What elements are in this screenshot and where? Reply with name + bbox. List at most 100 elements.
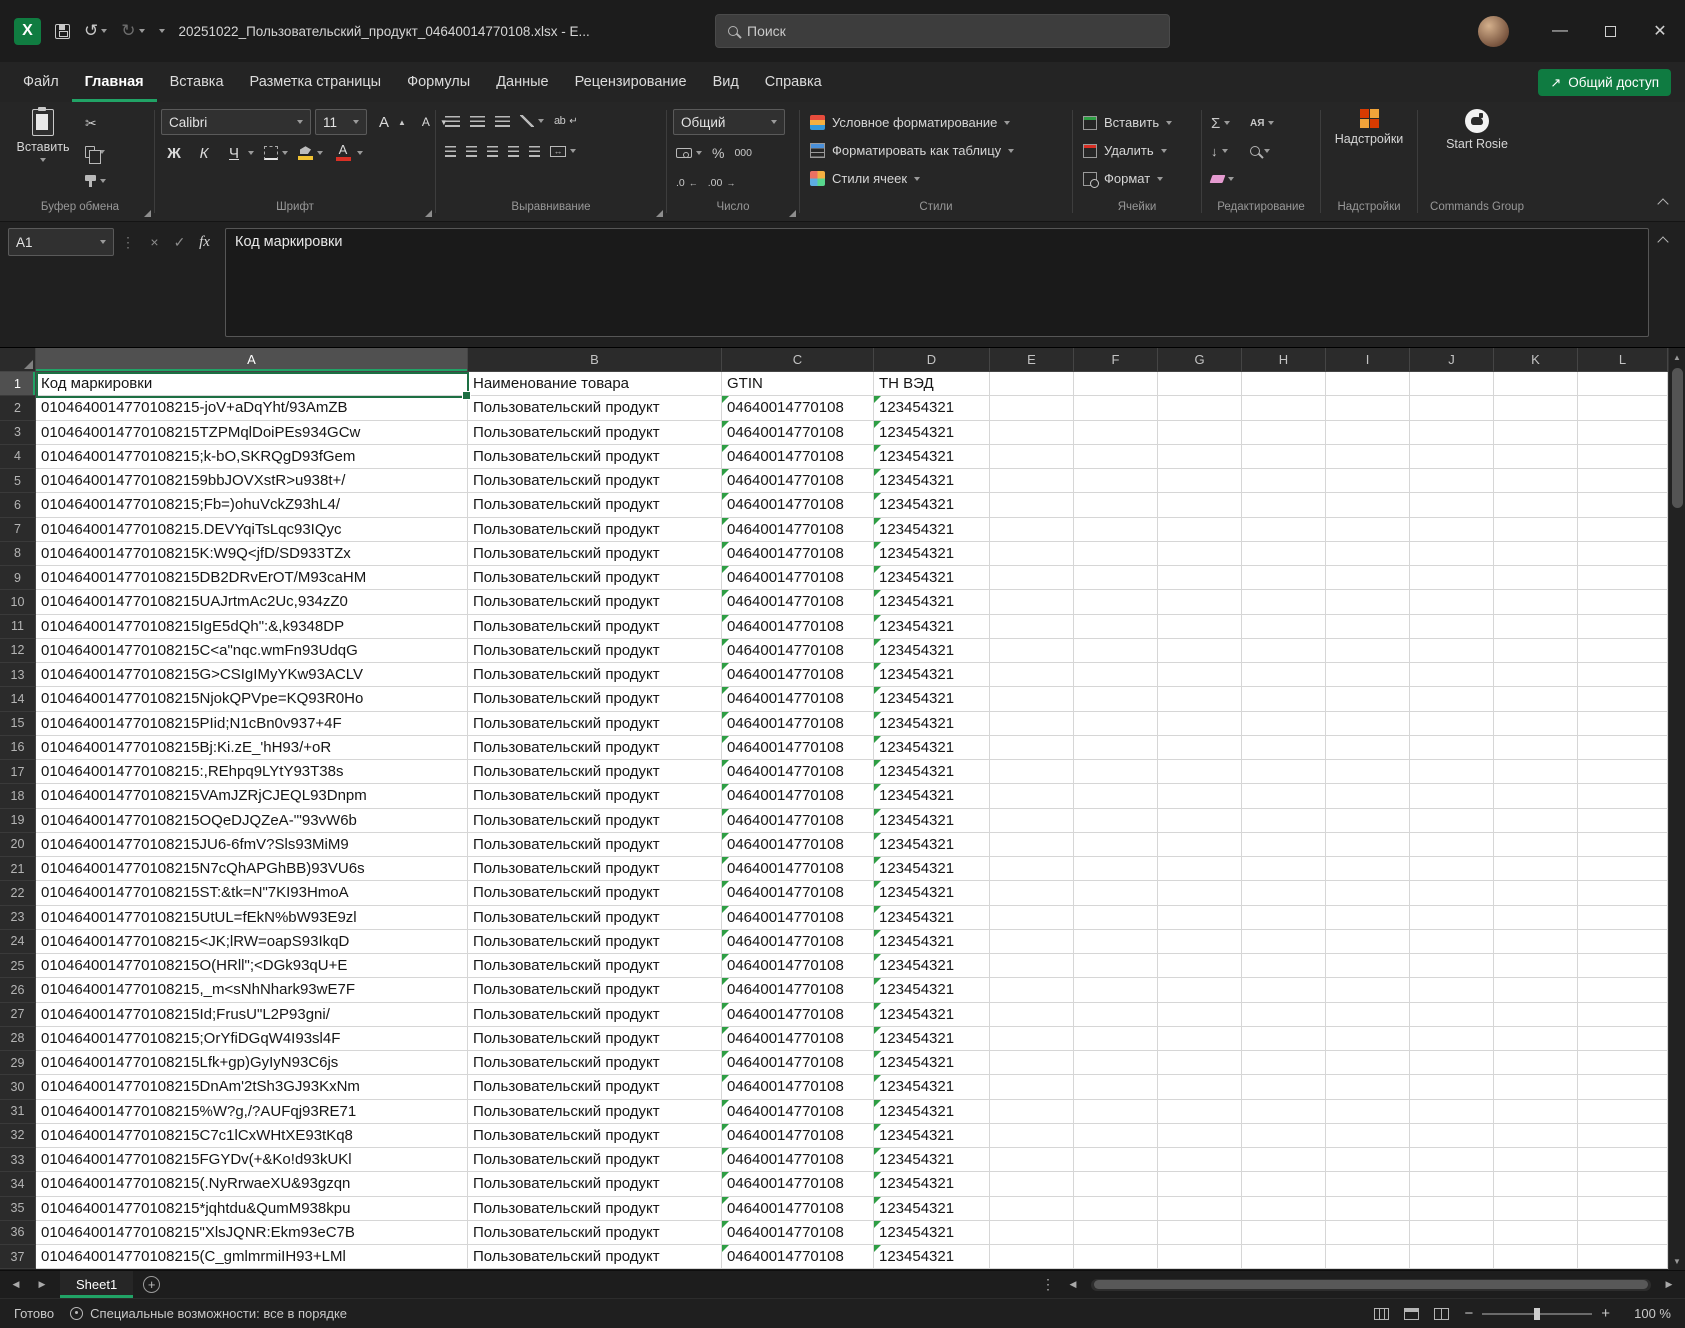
cell[interactable]	[1494, 663, 1578, 687]
cell[interactable]	[1494, 687, 1578, 711]
row-header-11[interactable]: 11	[0, 615, 36, 639]
cell-product[interactable]: Пользовательский продукт	[468, 421, 722, 445]
cell[interactable]	[1158, 1075, 1242, 1099]
cell[interactable]	[1242, 1245, 1326, 1269]
cell-product[interactable]: Пользовательский продукт	[468, 445, 722, 469]
cell[interactable]	[990, 881, 1074, 905]
cell[interactable]	[1410, 1075, 1494, 1099]
cell-product[interactable]: Пользовательский продукт	[468, 1245, 722, 1269]
page-break-view-icon[interactable]	[1434, 1308, 1449, 1320]
cell[interactable]	[1326, 687, 1410, 711]
cell[interactable]	[1158, 493, 1242, 517]
cell-product[interactable]: Пользовательский продукт	[468, 518, 722, 542]
cell-gtin[interactable]: 04640014770108	[722, 760, 874, 784]
decrease-decimal-button[interactable]: .00→	[705, 171, 739, 195]
cell[interactable]	[1158, 736, 1242, 760]
cell[interactable]	[1242, 906, 1326, 930]
cell[interactable]	[1578, 712, 1668, 736]
cell[interactable]	[1158, 809, 1242, 833]
cell[interactable]	[1410, 687, 1494, 711]
cell[interactable]	[1578, 663, 1668, 687]
cell-gtin[interactable]: 04640014770108	[722, 1221, 874, 1245]
cell-gtin[interactable]: 04640014770108	[722, 833, 874, 857]
cell[interactable]	[1578, 493, 1668, 517]
cell[interactable]	[1326, 857, 1410, 881]
cell-code[interactable]: 0104640014770108215DnAm'2tSh3GJ93KxNm	[36, 1075, 468, 1099]
cell-gtin[interactable]: 04640014770108	[722, 1172, 874, 1196]
cell[interactable]	[1074, 663, 1158, 687]
cell[interactable]	[1578, 1075, 1668, 1099]
fill-color-button[interactable]	[295, 141, 326, 165]
previous-sheet-button[interactable]: ◀	[8, 1279, 24, 1290]
cell[interactable]	[1494, 493, 1578, 517]
cell-product[interactable]: Пользовательский продукт	[468, 687, 722, 711]
cell[interactable]	[1578, 372, 1668, 396]
cell[interactable]	[1578, 396, 1668, 420]
row-header-9[interactable]: 9	[0, 566, 36, 590]
cell[interactable]	[1074, 978, 1158, 1002]
cell[interactable]	[990, 566, 1074, 590]
cell[interactable]	[990, 421, 1074, 445]
cell-gtin[interactable]: 04640014770108	[722, 712, 874, 736]
cell[interactable]	[1494, 809, 1578, 833]
cell-tnved[interactable]: 123454321	[874, 978, 990, 1002]
cell-gtin[interactable]: 04640014770108	[722, 978, 874, 1002]
cell[interactable]	[1410, 857, 1494, 881]
column-header-J[interactable]: J	[1410, 348, 1494, 372]
decrease-indent-button[interactable]	[505, 139, 522, 163]
cell[interactable]	[1578, 857, 1668, 881]
row-header-14[interactable]: 14	[0, 687, 36, 711]
row-header-19[interactable]: 19	[0, 809, 36, 833]
column-header-H[interactable]: H	[1242, 348, 1326, 372]
cell[interactable]	[1494, 372, 1578, 396]
cell[interactable]	[1578, 1003, 1668, 1027]
cell-code[interactable]: 0104640014770108215Id;FrusU"L2P93gni/	[36, 1003, 468, 1027]
cell-code[interactable]: 0104640014770108215(.NyRrwaeXU&93gzqn	[36, 1172, 468, 1196]
avatar[interactable]	[1478, 16, 1509, 47]
row-header-17[interactable]: 17	[0, 760, 36, 784]
collapse-formula-bar-button[interactable]	[1649, 228, 1677, 337]
cell-product[interactable]: Пользовательский продукт	[468, 1003, 722, 1027]
row-header-32[interactable]: 32	[0, 1124, 36, 1148]
cell-header-tnved[interactable]: ТН ВЭД	[874, 372, 990, 396]
column-header-L[interactable]: L	[1578, 348, 1668, 372]
cell[interactable]	[1578, 1245, 1668, 1269]
cell[interactable]	[1074, 518, 1158, 542]
row-header-15[interactable]: 15	[0, 712, 36, 736]
cell[interactable]	[1494, 396, 1578, 420]
cell-product[interactable]: Пользовательский продукт	[468, 809, 722, 833]
cell-gtin[interactable]: 04640014770108	[722, 954, 874, 978]
scroll-up-button[interactable]: ▲	[1669, 348, 1685, 366]
select-all-button[interactable]	[0, 348, 36, 372]
cell[interactable]	[1578, 445, 1668, 469]
cell[interactable]	[1578, 954, 1668, 978]
cell[interactable]	[1410, 445, 1494, 469]
cell[interactable]	[1326, 1124, 1410, 1148]
cell-tnved[interactable]: 123454321	[874, 1124, 990, 1148]
cell[interactable]	[1326, 809, 1410, 833]
cell[interactable]	[1494, 1100, 1578, 1124]
cell-code[interactable]: 0104640014770108215ST:&tk=N"7KI93HmoA	[36, 881, 468, 905]
cell-product[interactable]: Пользовательский продукт	[468, 930, 722, 954]
cell[interactable]	[1494, 469, 1578, 493]
cell-code[interactable]: 0104640014770108215;OrYfiDGqW4I93sl4F	[36, 1027, 468, 1051]
cell[interactable]	[1242, 809, 1326, 833]
cell-gtin[interactable]: 04640014770108	[722, 687, 874, 711]
cell[interactable]	[1074, 930, 1158, 954]
cell[interactable]	[1494, 1172, 1578, 1196]
grow-font-button[interactable]: А▲	[371, 110, 409, 134]
cell[interactable]	[1578, 469, 1668, 493]
cell[interactable]	[990, 736, 1074, 760]
cell[interactable]	[1242, 736, 1326, 760]
cell[interactable]	[1242, 930, 1326, 954]
tab-Вставка[interactable]: Вставка	[157, 62, 237, 102]
underline-button[interactable]: Ч	[221, 141, 257, 165]
row-header-35[interactable]: 35	[0, 1197, 36, 1221]
row-header-33[interactable]: 33	[0, 1148, 36, 1172]
cell-gtin[interactable]: 04640014770108	[722, 1051, 874, 1075]
cell[interactable]	[1494, 1221, 1578, 1245]
cell-code[interactable]: 0104640014770108215,_m<sNhNhark93wE7F	[36, 978, 468, 1002]
cell[interactable]	[990, 857, 1074, 881]
cell-gtin[interactable]: 04640014770108	[722, 663, 874, 687]
cell[interactable]	[1158, 566, 1242, 590]
